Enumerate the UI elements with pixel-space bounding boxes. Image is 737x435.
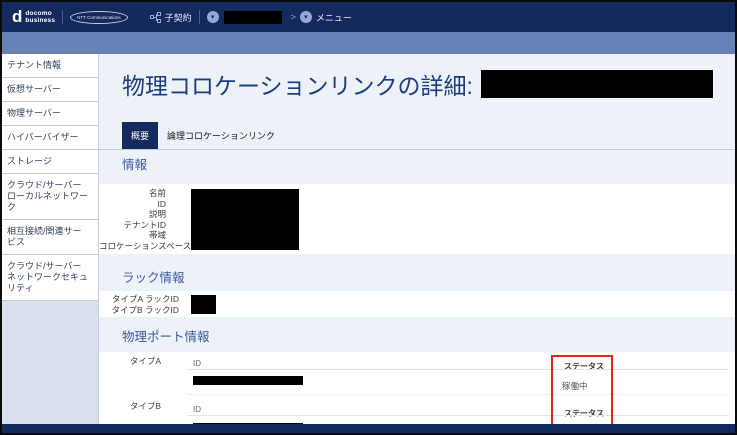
rack-section-heading: ラック情報: [122, 267, 735, 286]
info-section-heading: 情報: [122, 154, 735, 173]
info-label-name: 名前: [99, 188, 166, 199]
row-divider: [187, 369, 729, 370]
sidebar-item-interconnect[interactable]: 相互接続/関連サービス: [2, 220, 98, 255]
info-label-colo-space: コロケーションスペース名: [99, 241, 166, 252]
port-type-b-label: タイプB: [99, 400, 161, 412]
status-highlight-annotation: [551, 355, 613, 424]
row-divider: [187, 394, 729, 395]
port-b-id-header: ID: [193, 405, 201, 414]
tab-overview[interactable]: 概要: [122, 122, 158, 149]
sub-contract-menu[interactable]: 子契約: [150, 11, 192, 24]
header-divider: [199, 10, 200, 24]
redacted-info-values: [191, 189, 299, 250]
redacted-port-a-id: [193, 376, 303, 385]
info-label-description: 説明: [99, 209, 166, 220]
page-title: 物理コロケーションリンクの詳細:: [122, 67, 473, 101]
menu-button[interactable]: メニュー: [316, 11, 352, 24]
port-type-a-label: タイプA: [99, 355, 161, 367]
footer-bar: [2, 424, 735, 433]
tab-logical-colocation-link[interactable]: 論理コロケーションリンク: [158, 122, 284, 149]
redacted-rack-ids: [191, 295, 216, 314]
sidebar-item-physical-server[interactable]: 物理サーバー: [2, 102, 98, 126]
brand-line2: business: [25, 17, 55, 24]
sidebar-item-storage[interactable]: ストレージ: [2, 150, 98, 174]
header-band: [2, 32, 735, 54]
port-a-id-header: ID: [193, 359, 201, 368]
brand-text: docomo business: [25, 10, 55, 24]
sidebar-item-local-network[interactable]: クラウド/サーバー ローカルネットワーク: [2, 174, 98, 220]
info-label-tenant-id: テナントID: [99, 220, 166, 231]
row-divider: [187, 415, 729, 416]
header-divider: [62, 10, 63, 24]
tab-bar: 概要 論理コロケーションリンク: [99, 122, 735, 150]
sidebar-item-network-security[interactable]: クラウド/サーバー ネットワークセキュリティ: [2, 255, 98, 301]
ports-section-heading: 物理ポート情報: [122, 326, 735, 345]
info-label-bandwidth: 帯域: [99, 230, 166, 241]
sidebar: テナント情報 仮想サーバー 物理サーバー ハイパーバイザー ストレージ クラウド…: [2, 54, 99, 424]
sidebar-item-hypervisor[interactable]: ハイパーバイザー: [2, 126, 98, 150]
ports-panel: タイプA ID ステータス 稼働中 タイプB ID ステータス 稼働中: [99, 352, 735, 424]
rack-panel: タイプA ラックID タイプB ラックID: [99, 291, 735, 317]
breadcrumb-separator: >: [291, 12, 296, 22]
rack-label-type-b: タイプB ラックID: [99, 305, 179, 316]
info-panel: 名前 ID 説明 テナントID 帯域 コロケーションスペース名: [99, 184, 735, 254]
brand-line1: docomo: [25, 10, 55, 17]
ntt-logo: NTT Communications: [70, 11, 127, 24]
menu-chevron-icon[interactable]: ▾: [300, 11, 312, 23]
docomo-logo-icon: d: [12, 7, 22, 27]
sidebar-item-virtual-server[interactable]: 仮想サーバー: [2, 78, 98, 102]
sitemap-icon: [150, 12, 161, 23]
main-content: 物理コロケーションリンクの詳細: 概要 論理コロケーションリンク 情報 名前 I…: [99, 54, 735, 424]
page: d docomo business NTT Communications 子契約…: [0, 0, 737, 435]
sub-contract-label: 子契約: [165, 11, 192, 24]
title-row: 物理コロケーションリンクの詳細:: [122, 67, 735, 101]
redacted-account-name: [224, 11, 282, 24]
rack-label-type-a: タイプA ラックID: [99, 294, 179, 305]
sidebar-item-tenant-info[interactable]: テナント情報: [2, 54, 98, 78]
account-chevron-icon[interactable]: ▾: [207, 11, 219, 23]
info-label-id: ID: [99, 199, 166, 210]
redacted-link-name: [481, 70, 713, 98]
app-header: d docomo business NTT Communications 子契約…: [2, 2, 735, 32]
